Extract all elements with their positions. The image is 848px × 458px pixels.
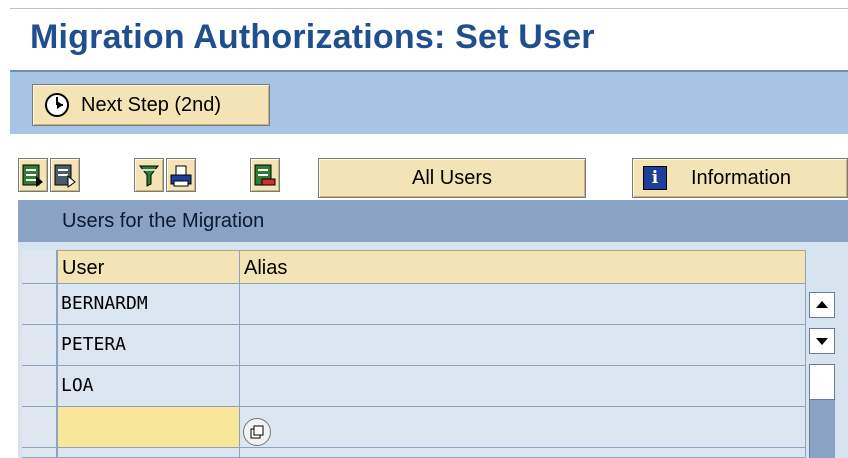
information-label: Information	[691, 166, 792, 189]
top-rule	[10, 8, 848, 9]
select-all-rows-cell[interactable]	[22, 250, 58, 284]
table-row-alias-cell[interactable]	[240, 284, 806, 325]
table-row-alias-cell[interactable]	[240, 325, 806, 366]
row-selector[interactable]	[22, 407, 58, 448]
scroll-track[interactable]	[809, 400, 835, 458]
row-selector[interactable]	[22, 366, 58, 407]
user-input-field[interactable]	[58, 407, 240, 448]
all-users-button[interactable]: All Users	[318, 158, 586, 198]
value-help-icon[interactable]	[243, 418, 271, 446]
scroll-thumb[interactable]	[809, 364, 835, 400]
all-users-label: All Users	[411, 166, 492, 189]
row-selector[interactable]	[22, 325, 58, 366]
print-icon[interactable]	[166, 158, 196, 192]
select-all-icon[interactable]	[18, 158, 48, 192]
information-button[interactable]: i Information	[632, 158, 848, 198]
column-header-alias[interactable]: Alias	[240, 250, 806, 284]
page-title: Migration Authorizations: Set User	[30, 18, 595, 56]
delete-row-icon[interactable]	[250, 158, 280, 192]
next-step-label: Next Step (2nd)	[81, 93, 222, 116]
scroll-up-button[interactable]	[809, 292, 835, 318]
deselect-all-icon[interactable]	[50, 158, 80, 192]
table-row-user-cell[interactable]	[58, 448, 240, 458]
next-step-button[interactable]: Next Step (2nd)	[32, 84, 270, 126]
grid-title: Users for the Migration	[18, 200, 848, 242]
filter-icon[interactable]	[134, 158, 164, 192]
alias-input-field[interactable]	[240, 407, 806, 448]
vertical-scrollbar[interactable]	[806, 242, 840, 458]
row-selector[interactable]	[22, 284, 58, 325]
table-row-user-cell[interactable]: BERNARDM	[58, 284, 240, 325]
table-row-alias-cell[interactable]	[240, 448, 806, 458]
table-row-user-cell[interactable]: LOA	[58, 366, 240, 407]
table-row-alias-cell[interactable]	[240, 366, 806, 407]
column-header-user[interactable]: User	[58, 250, 240, 284]
scroll-down-button[interactable]	[809, 328, 835, 354]
info-icon: i	[643, 166, 667, 190]
toolbar-spacer	[10, 134, 848, 158]
clock-execute-icon	[43, 91, 71, 119]
row-selector[interactable]	[22, 448, 58, 458]
table-row-user-cell[interactable]: PETERA	[58, 325, 240, 366]
